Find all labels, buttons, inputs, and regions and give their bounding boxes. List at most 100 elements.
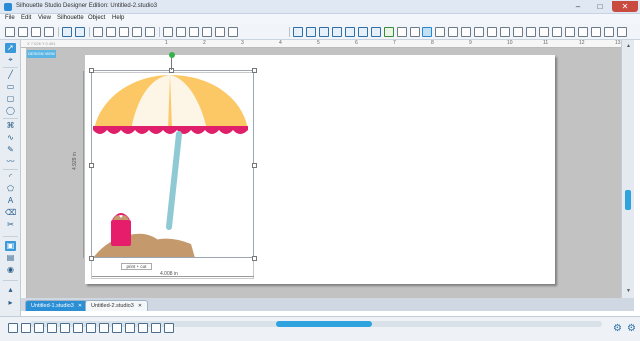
- copy-icon[interactable]: [106, 27, 116, 37]
- close-tab-icon[interactable]: ✕: [138, 303, 142, 309]
- resize-handle[interactable]: [252, 256, 257, 261]
- layers-icon[interactable]: [552, 27, 562, 37]
- redraw-icon[interactable]: [228, 27, 238, 37]
- menu-silhouette[interactable]: Silhouette: [57, 15, 84, 21]
- zoom-out-icon[interactable]: [189, 27, 199, 37]
- save-as-icon[interactable]: [44, 27, 54, 37]
- library-view-icon[interactable]: ▤: [5, 253, 16, 263]
- maximize-button[interactable]: □: [590, 1, 610, 12]
- rectangle-tool-icon[interactable]: ▭: [5, 82, 16, 92]
- store-icon[interactable]: [526, 27, 536, 37]
- menu-help[interactable]: Help: [112, 15, 124, 21]
- grid-settings-icon[interactable]: [306, 27, 316, 37]
- group-icon[interactable]: [8, 323, 18, 333]
- smooth-freehand-icon[interactable]: 〰: [5, 157, 16, 167]
- print-cut-icon[interactable]: [539, 27, 549, 37]
- edit-points-icon[interactable]: ⌖: [5, 55, 16, 65]
- shapes-icon[interactable]: [332, 27, 342, 37]
- knife-tool-icon[interactable]: ✂: [5, 220, 16, 230]
- menu-view[interactable]: View: [38, 15, 51, 21]
- menu-object[interactable]: Object: [88, 15, 105, 21]
- scroll-up-icon[interactable]: ▲: [625, 43, 632, 50]
- cut-icon[interactable]: [93, 27, 103, 37]
- modify-icon[interactable]: [461, 27, 471, 37]
- eraser-tool-icon[interactable]: ⌫: [5, 208, 16, 218]
- page-settings-icon[interactable]: [293, 27, 303, 37]
- line-tool-icon[interactable]: ╱: [5, 70, 16, 80]
- library-icon[interactable]: [513, 27, 523, 37]
- make-compound-icon[interactable]: [34, 323, 44, 333]
- duplicate-icon[interactable]: [60, 323, 70, 333]
- menu-file[interactable]: File: [5, 15, 15, 21]
- bring-front-icon[interactable]: [151, 323, 161, 333]
- store-view-icon[interactable]: ◉: [5, 265, 16, 275]
- text-tool-icon[interactable]: A: [5, 196, 16, 206]
- line-style-icon[interactable]: [384, 27, 394, 37]
- offset-icon[interactable]: [474, 27, 484, 37]
- resize-handle[interactable]: [252, 163, 257, 168]
- select-tool-icon[interactable]: ➚: [5, 43, 16, 53]
- zoom-in-icon[interactable]: [176, 27, 186, 37]
- resize-handle[interactable]: [252, 68, 257, 73]
- close-button[interactable]: ✕: [612, 1, 638, 12]
- scroll-down-icon[interactable]: ▼: [625, 288, 632, 295]
- rounded-rect-tool-icon[interactable]: ▢: [5, 94, 16, 104]
- cut-settings-icon[interactable]: [500, 27, 510, 37]
- play-icon[interactable]: ▸: [5, 298, 16, 308]
- flip-icon[interactable]: [112, 323, 122, 333]
- cut-settings-gear-icon[interactable]: ⚙: [626, 323, 637, 334]
- freehand-tool-icon[interactable]: ✎: [5, 145, 16, 155]
- new-file-icon[interactable]: [5, 27, 15, 37]
- pan-hand-icon[interactable]: [215, 27, 225, 37]
- weld-icon[interactable]: [86, 323, 96, 333]
- resize-handle[interactable]: [89, 256, 94, 261]
- redo-icon[interactable]: [145, 27, 155, 37]
- image-effects-icon[interactable]: [397, 27, 407, 37]
- transform-icon[interactable]: [435, 27, 445, 37]
- tab-untitled-1[interactable]: Untitled-1.studio3 ✕: [25, 300, 89, 311]
- delete-icon[interactable]: [73, 323, 83, 333]
- minimize-button[interactable]: –: [568, 1, 588, 12]
- print-icon[interactable]: [62, 27, 72, 37]
- resize-handle[interactable]: [89, 163, 94, 168]
- send-to-silhouette-icon[interactable]: [75, 27, 85, 37]
- fill-color-icon[interactable]: [319, 27, 329, 37]
- send-back-icon[interactable]: [164, 323, 174, 333]
- pentagon-tool-icon[interactable]: ⬠: [5, 184, 16, 194]
- ellipse-tool-icon[interactable]: ◯: [5, 106, 16, 116]
- gradient-icon[interactable]: [358, 27, 368, 37]
- tab-untitled-2[interactable]: Untitled-2.studio3 ✕: [85, 300, 149, 311]
- curve-tool-icon[interactable]: ∿: [5, 133, 16, 143]
- horizontal-scroll-thumb[interactable]: [276, 321, 372, 327]
- undo-icon[interactable]: [132, 27, 142, 37]
- offset-icon[interactable]: [99, 323, 109, 333]
- stamp-icon[interactable]: [604, 27, 614, 37]
- add-page-icon[interactable]: ▴: [5, 285, 16, 295]
- send-panel-icon[interactable]: [578, 27, 588, 37]
- close-tab-icon[interactable]: ✕: [78, 303, 82, 309]
- zoom-fit-icon[interactable]: [202, 27, 212, 37]
- paste-icon[interactable]: [119, 27, 129, 37]
- open-file-icon[interactable]: [18, 27, 28, 37]
- polygon-tool-icon[interactable]: ⌘: [5, 121, 16, 131]
- replicate-icon[interactable]: [448, 27, 458, 37]
- ungroup-icon[interactable]: [21, 323, 31, 333]
- line-color-icon[interactable]: [345, 27, 355, 37]
- arc-tool-icon[interactable]: ◜: [5, 172, 16, 182]
- settings-gear-icon[interactable]: ⚙: [612, 323, 623, 334]
- menu-edit[interactable]: Edit: [21, 15, 31, 21]
- print-cut-popup[interactable]: print + cut: [121, 263, 152, 270]
- pattern-icon[interactable]: [371, 27, 381, 37]
- release-compound-icon[interactable]: [47, 323, 57, 333]
- vertical-scroll-thumb[interactable]: [625, 190, 631, 210]
- media-icon[interactable]: [591, 27, 601, 37]
- resize-handle[interactable]: [89, 68, 94, 73]
- design-view-icon[interactable]: ▣: [5, 241, 16, 251]
- vertical-scrollbar[interactable]: ▲ ▼: [621, 40, 634, 298]
- text-style-icon[interactable]: [422, 27, 432, 37]
- rotate-handle[interactable]: [169, 52, 175, 58]
- preferences-icon[interactable]: [617, 27, 627, 37]
- trace-icon[interactable]: [487, 27, 497, 37]
- rotate-icon[interactable]: [125, 323, 135, 333]
- align-icon[interactable]: [410, 27, 420, 37]
